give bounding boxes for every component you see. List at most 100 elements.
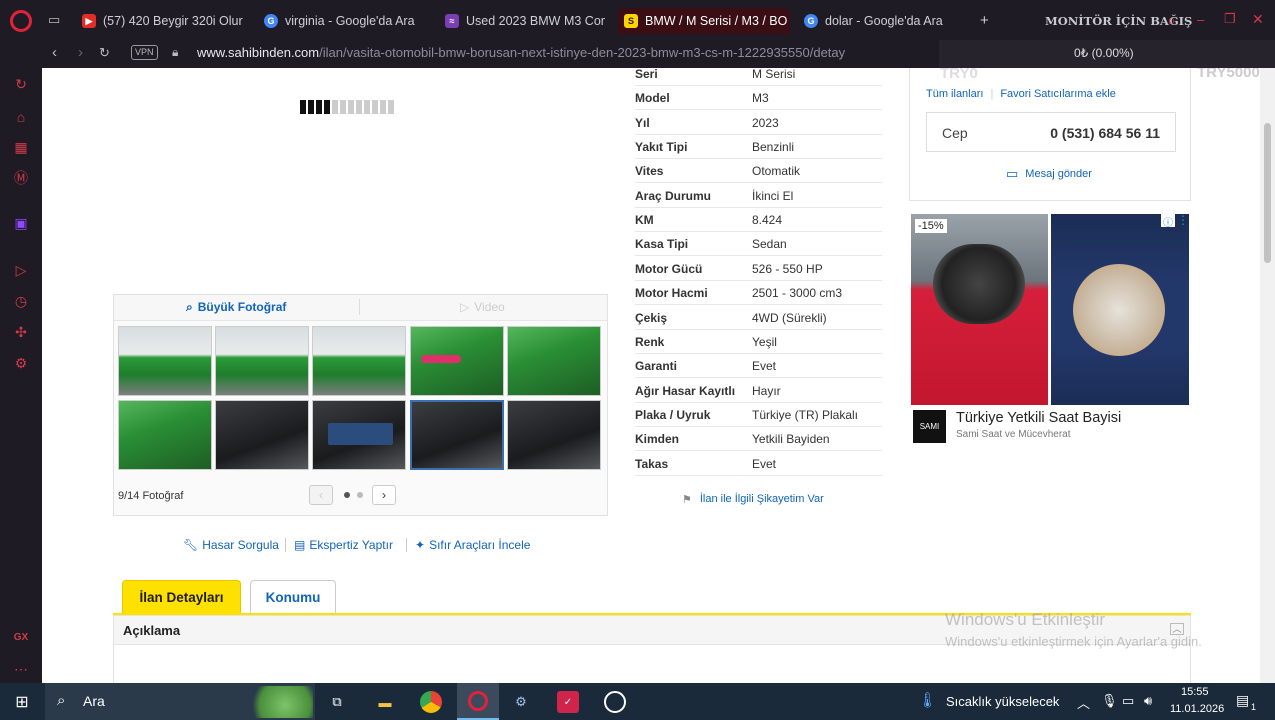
spec-key: Yakıt Tipi	[635, 140, 688, 155]
messenger-icon[interactable]: Ⓜ	[12, 169, 30, 187]
tab-used-bmw[interactable]: ≈ Used 2023 BMW M3 Com	[445, 8, 605, 34]
opera-taskbar-button[interactable]	[457, 683, 499, 720]
ai-icon[interactable]: ⌂	[12, 108, 30, 126]
big-photo-button[interactable]: ⌕ Büyük Fotoğraf	[186, 300, 286, 315]
page-dot-active[interactable]	[344, 492, 350, 498]
message-icon: ▭	[1006, 166, 1019, 181]
taskbar-search[interactable]: ⌕ Ara	[45, 683, 315, 720]
spec-row: Motor Gücü 526 - 550 HP	[635, 257, 882, 281]
tab-sahibinden[interactable]: S BMW / M Serisi / M3 / BO	[618, 8, 790, 34]
search-icon[interactable]: ⌕	[1168, 12, 1176, 29]
tab-youtube[interactable]: ▶ (57) 420 Beygir 320i Olur	[82, 8, 247, 34]
description-title: Açıklama	[123, 623, 181, 638]
task-view-icon[interactable]: ⧉	[326, 691, 348, 713]
send-message-button[interactable]: ▭ Mesaj gönder	[1006, 166, 1092, 182]
network-icon[interactable]: ▭	[1122, 693, 1134, 709]
monitor-value: 0₺ (0.00%)	[1074, 46, 1134, 60]
hasar-sorgula-link[interactable]: 🔧︎ Hasar Sorgula	[183, 538, 279, 552]
tab-overview-icon[interactable]: ▭	[48, 12, 60, 28]
next-button[interactable]: ›	[372, 485, 396, 505]
complaint-link[interactable]: ⚑ İlan ile İlgili Şikayetim Var	[682, 493, 824, 506]
ad-title[interactable]: Türkiye Yetkili Saat Bayisi	[956, 410, 1121, 426]
tray-chevron-icon[interactable]: ︿	[1077, 693, 1090, 712]
vpn-badge[interactable]: VPN	[131, 45, 158, 60]
big-photo-label: Büyük Fotoğraf	[197, 300, 287, 314]
weather-text[interactable]: Sıcaklık yükselecek	[946, 694, 1059, 709]
new-tab-button[interactable]: +	[980, 12, 989, 29]
maximize-icon[interactable]: ❐	[1224, 11, 1236, 27]
url-host: www.sahibinden.com	[197, 45, 320, 60]
back-icon[interactable]: ‹	[52, 44, 57, 61]
twitch-icon[interactable]: ▣	[12, 214, 30, 232]
close-icon[interactable]: ✕	[1252, 11, 1264, 28]
notification-icon[interactable]: ▤	[1236, 692, 1249, 709]
scrollbar-thumb[interactable]	[1264, 123, 1271, 263]
file-explorer-icon[interactable]: ▬	[374, 691, 396, 713]
settings-icon[interactable]: ⚙	[12, 354, 30, 372]
gallery-thumb[interactable]	[410, 326, 504, 396]
page-scrollbar[interactable]	[1260, 68, 1275, 683]
gallery-thumb-active[interactable]	[410, 400, 504, 470]
media-app-icon[interactable]	[604, 691, 626, 713]
ad-menu-icon[interactable]: ⋮	[1177, 213, 1189, 227]
page-content: ⌕ Büyük Fotoğraf ▷ Video 9/14 Fotoğraf ‹ ›…	[42, 68, 1260, 683]
forward-icon[interactable]: ›	[78, 44, 83, 61]
microphone-icon[interactable]: 🎙︎	[1101, 693, 1118, 709]
tab-konumu[interactable]: Konumu	[250, 580, 336, 613]
video-button[interactable]: ▷ Video	[460, 300, 505, 314]
pinboard-icon[interactable]: ▦	[12, 138, 30, 156]
tab-label: virginia - Google'da Ara	[285, 14, 415, 28]
gallery-thumb[interactable]	[118, 326, 212, 396]
tab-label: Used 2023 BMW M3 Com	[466, 14, 605, 28]
gallery-thumb[interactable]	[507, 326, 601, 396]
refresh-icon[interactable]: ↻	[12, 75, 30, 93]
spec-key: Kimden	[635, 432, 680, 447]
spec-row: KM 8.424	[635, 208, 882, 233]
player-icon[interactable]: ▷	[12, 261, 30, 279]
spec-value: 8.424	[752, 213, 783, 228]
ad-image-blue-watch[interactable]	[1051, 214, 1189, 405]
sifir-araclar-link[interactable]: ✦ Sıfır Araçları İncele	[415, 538, 530, 552]
google-icon: G	[804, 14, 818, 28]
tab-bar: ▭ ▶ (57) 420 Beygir 320i Olur G virginia…	[42, 0, 1275, 40]
steam-icon[interactable]: ⚙	[510, 691, 532, 713]
clock-time[interactable]: 15:55	[1181, 686, 1209, 698]
ad-image-red-watch[interactable]	[911, 214, 1048, 405]
google-icon: G	[264, 14, 278, 28]
extensions-icon[interactable]: ✣	[12, 323, 30, 341]
gallery-thumb[interactable]	[215, 400, 309, 470]
spec-key: Motor Gücü	[635, 261, 703, 276]
ekspertiz-link[interactable]: ▤ Ekspertiz Yaptır	[294, 538, 393, 552]
prev-button[interactable]: ‹	[309, 485, 333, 505]
clock-date[interactable]: 11.01.2026	[1170, 703, 1224, 715]
more-icon[interactable]: ⋯	[12, 660, 30, 678]
gallery-thumb[interactable]	[312, 326, 406, 396]
report-icon: ▤	[294, 538, 306, 552]
reload-icon[interactable]: ↻	[99, 45, 110, 61]
tab-ilan-detaylari[interactable]: İlan Detayları	[122, 580, 241, 613]
watch-ad[interactable]: -15% ⓘ ⋮ SAMI Türkiye Yetkili Saat Bayis…	[909, 213, 1191, 446]
tab-google-dolar[interactable]: G dolar - Google'da Ara	[804, 8, 964, 34]
gallery-thumb[interactable]	[215, 326, 309, 396]
url-field[interactable]: www.sahibinden.com/ilan/vasita-otomobil-…	[197, 45, 845, 60]
chrome-icon[interactable]	[420, 691, 442, 713]
history-icon[interactable]: ◷	[12, 292, 30, 310]
windows-start-icon[interactable]: ⊞	[11, 691, 33, 713]
gallery-thumb[interactable]	[507, 400, 601, 470]
adchoices-icon[interactable]: ⓘ	[1161, 214, 1175, 229]
phone-number[interactable]: 0 (531) 684 56 11	[1050, 125, 1160, 141]
spec-row: Model M3	[635, 86, 882, 111]
gx-icon[interactable]: GX	[12, 628, 30, 646]
minimize-icon[interactable]: –	[1197, 12, 1204, 27]
hasar-label: Hasar Sorgula	[202, 538, 279, 552]
volume-icon[interactable]: 🔊︎	[1144, 693, 1152, 709]
page-dot[interactable]	[357, 492, 363, 498]
all-listings-link[interactable]: Tüm ilanları	[926, 88, 983, 100]
spec-value: İkinci El	[752, 188, 794, 203]
gallery-thumb[interactable]	[118, 400, 212, 470]
mail-app-icon[interactable]: ✓	[557, 691, 579, 713]
tab-google-virginia[interactable]: G virginia - Google'da Ara	[264, 8, 424, 34]
gallery-thumb[interactable]	[312, 400, 406, 470]
opera-logo-icon[interactable]	[10, 10, 32, 32]
favorite-seller-link[interactable]: Favori Satıcılarıma ekle	[1000, 88, 1116, 100]
